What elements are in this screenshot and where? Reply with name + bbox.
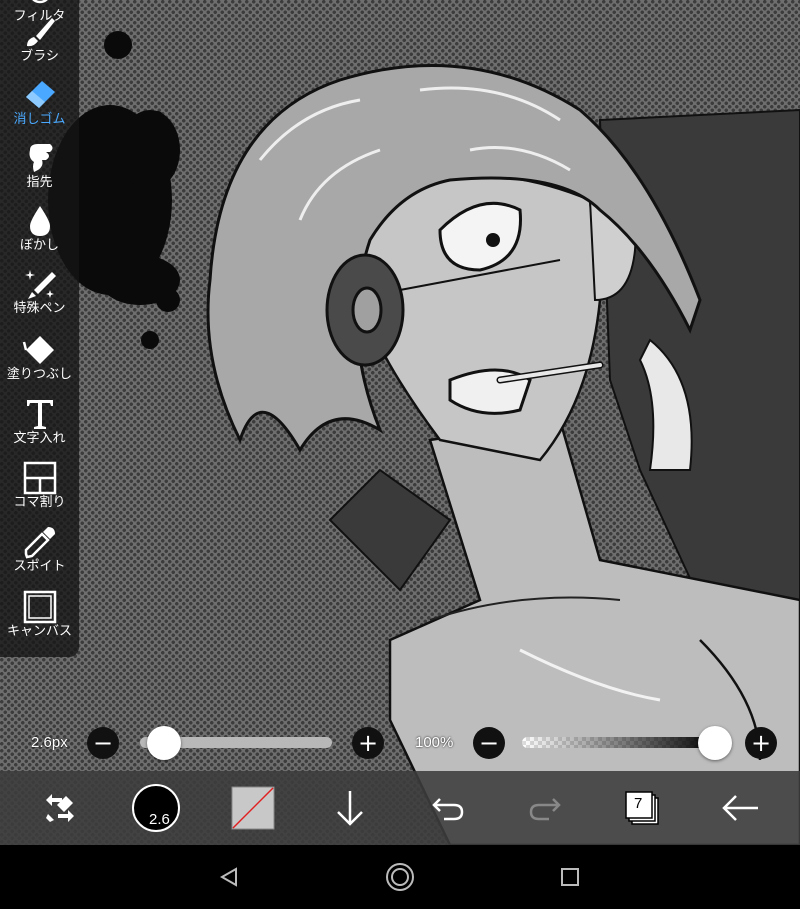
- brush-size-plus-button[interactable]: +: [352, 727, 384, 759]
- eyedropper-icon: [24, 527, 55, 559]
- tool-canvas[interactable]: キャンバス: [0, 589, 79, 651]
- back-arrow-icon: [722, 795, 758, 821]
- special-pen-icon: [24, 270, 56, 299]
- brush-size-badge: 2.6: [149, 811, 170, 828]
- nav-home-button[interactable]: [382, 859, 418, 895]
- swap-tool-button[interactable]: [35, 771, 85, 845]
- back-button[interactable]: [718, 771, 762, 845]
- panel-divide-icon: [23, 461, 56, 495]
- tool-special-pen[interactable]: 特殊ペン: [0, 266, 79, 328]
- layer-count: 7: [634, 795, 643, 812]
- opacity-slider-thumb[interactable]: [698, 726, 732, 760]
- color-swatch-button[interactable]: [230, 771, 276, 845]
- bottom-toolbar: 2.6 7: [0, 771, 800, 845]
- artwork: [48, 31, 800, 845]
- brush-icon: [26, 18, 55, 47]
- nav-back-icon: [219, 867, 237, 887]
- tool-panel-label: コマ割り: [13, 495, 66, 510]
- fill-bucket-icon: [22, 336, 54, 364]
- brush-size-slider-thumb[interactable]: [147, 726, 182, 760]
- tool-eyedropper[interactable]: スポイト: [0, 524, 79, 586]
- tool-panel: フィルタ ブラシ 消しゴム 指先 ぼかし 特殊ペン 塗りつぶし 文字入れ コマ割…: [0, 0, 79, 657]
- canvas-frame-icon: [23, 590, 56, 624]
- tool-eraser-label: 消しゴム: [13, 112, 66, 127]
- eraser-icon: [25, 81, 55, 108]
- redo-icon: [529, 798, 561, 821]
- opacity-slider[interactable]: [522, 737, 718, 748]
- nav-home-icon: [386, 863, 414, 891]
- system-nav-bar: [0, 845, 800, 909]
- brush-size-minus-button[interactable]: −: [87, 727, 119, 759]
- drawing-canvas[interactable]: [0, 0, 800, 845]
- tool-special-pen-label: 特殊ペン: [13, 301, 66, 316]
- tool-eyedropper-label: スポイト: [13, 559, 66, 574]
- color-swatch-icon: [231, 786, 275, 830]
- tool-blur[interactable]: ぼかし: [0, 203, 79, 265]
- blur-drop-icon: [29, 206, 50, 236]
- opacity-plus-button[interactable]: +: [745, 727, 777, 759]
- nav-back-button[interactable]: [211, 859, 247, 895]
- finger-icon: [29, 144, 52, 172]
- nav-recents-button[interactable]: [552, 859, 588, 895]
- tool-fill[interactable]: 塗りつぶし: [0, 332, 79, 394]
- brush-size-button[interactable]: 2.6: [130, 771, 182, 845]
- redo-button[interactable]: [525, 771, 565, 845]
- tool-brush-label: ブラシ: [20, 49, 59, 64]
- text-t-icon: [26, 400, 53, 429]
- tool-fill-label: 塗りつぶし: [6, 367, 73, 382]
- brush-size-value: 2.6px: [31, 734, 68, 751]
- layers-button[interactable]: 7: [620, 771, 664, 845]
- tool-canvas-label: キャンバス: [6, 624, 72, 639]
- tool-text[interactable]: 文字入れ: [0, 396, 79, 458]
- download-arrow-icon: [337, 791, 363, 826]
- nav-recents-icon: [561, 868, 579, 886]
- tool-eraser[interactable]: 消しゴム: [0, 77, 79, 139]
- tool-panel-divide[interactable]: コマ割り: [0, 460, 79, 522]
- tool-finger-label: 指先: [26, 175, 53, 190]
- opacity-minus-button[interactable]: −: [473, 727, 505, 759]
- undo-icon: [432, 798, 464, 821]
- swap-tool-icon: [46, 794, 74, 822]
- tool-blur-label: ぼかし: [19, 238, 59, 253]
- tool-text-label: 文字入れ: [13, 431, 66, 446]
- opacity-value: 100%: [415, 734, 454, 751]
- undo-button[interactable]: [428, 771, 468, 845]
- tool-finger[interactable]: 指先: [0, 140, 79, 202]
- tool-brush[interactable]: ブラシ: [0, 14, 79, 76]
- download-button[interactable]: [330, 771, 370, 845]
